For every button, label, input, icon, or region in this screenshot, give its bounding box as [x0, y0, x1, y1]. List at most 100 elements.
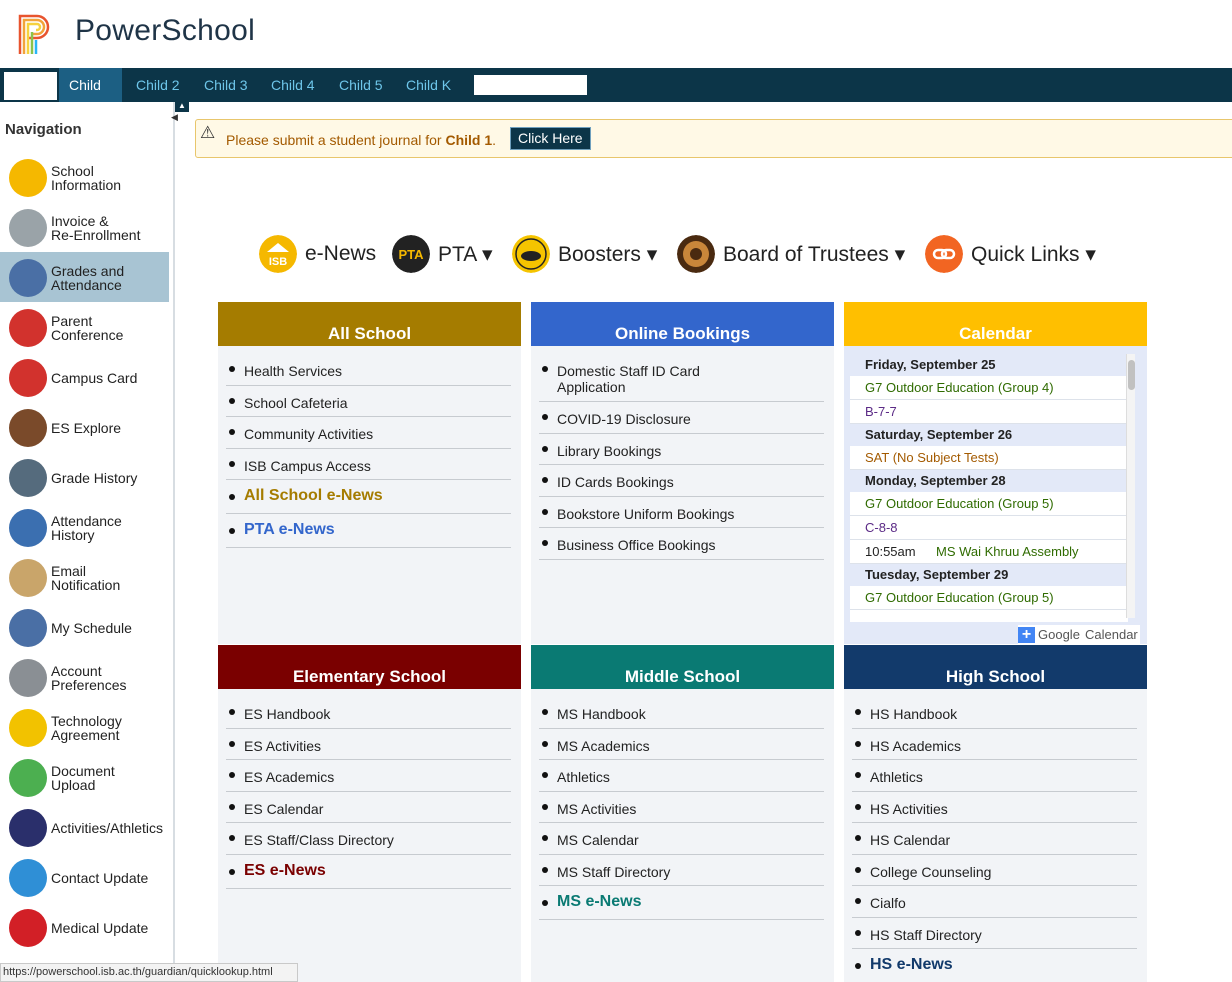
list-link[interactable]: HS Staff Directory	[870, 927, 982, 943]
bullet-icon	[229, 494, 235, 500]
list-link[interactable]: HS Activities	[870, 801, 948, 817]
sidebar-item[interactable]: Contact Update	[0, 852, 169, 902]
high-school-panel: High School HS Handbook HS Academics Athle…	[844, 645, 1147, 982]
calendar-event[interactable]: 10:55am MS Wai Khruu Assembly	[850, 540, 1128, 564]
list-item: HS Calendar	[852, 823, 1137, 855]
elementary-school-panel: Elementary School ES Handbook ES Activiti…	[218, 645, 521, 982]
calendar-event[interactable]: G7 Outdoor Education (Group 5)	[850, 492, 1128, 516]
list-link[interactable]: ES Staff/Class Directory	[244, 832, 394, 848]
middle-school-panel: Middle School MS Handbook MS Academics Ath…	[531, 645, 834, 982]
browser-status-bar: https://powerschool.isb.ac.th/guardian/q…	[0, 963, 298, 982]
news-link[interactable]: All School e-News	[244, 487, 383, 505]
news-link[interactable]: MS e-News	[557, 893, 641, 911]
tab-child-5[interactable]: Child 5	[329, 68, 393, 102]
tab-child-2[interactable]: Child 2	[126, 68, 190, 102]
list-link[interactable]: Community Activities	[244, 426, 373, 442]
calendar-scrollbar[interactable]	[1126, 354, 1135, 618]
sidebar-item[interactable]: Medical Update	[0, 902, 169, 952]
list-link[interactable]: HS Academics	[870, 738, 961, 754]
bullet-icon	[542, 803, 548, 810]
bullet-icon	[229, 397, 235, 404]
add-to-calendar-icon[interactable]: +	[1018, 627, 1035, 643]
list-item: ES Calendar	[226, 792, 511, 823]
sidebar-item[interactable]: Campus Card	[0, 352, 169, 402]
calendar-event[interactable]: C-8-8	[850, 516, 1128, 540]
list-link[interactable]: Bookstore Uniform Bookings	[557, 506, 734, 522]
list-link[interactable]: MS Staff Directory	[557, 864, 670, 880]
tab-child-1[interactable]: Child 1	[59, 68, 122, 127]
calendar-event[interactable]: SAT (No Subject Tests)	[850, 446, 1128, 470]
click-here-button[interactable]: Click Here	[510, 127, 591, 150]
bullet-icon	[229, 772, 235, 778]
list-link[interactable]: HS Handbook	[870, 706, 957, 722]
list-link[interactable]: COVID-19 Disclosure	[557, 411, 691, 427]
list-link[interactable]: ES Handbook	[244, 706, 330, 722]
scroll-up-icon[interactable]: ▲	[175, 100, 189, 112]
sidebar-item[interactable]: School Information	[0, 152, 169, 202]
sidebar-item-label: Attendance History	[51, 513, 122, 543]
news-link[interactable]: PTA e-News	[244, 521, 335, 539]
list-link[interactable]: Domestic Staff ID Card Application	[557, 363, 757, 395]
list-link[interactable]: Athletics	[557, 769, 610, 785]
tab-child-4[interactable]: Child 4	[261, 68, 325, 102]
bullet-icon	[229, 803, 235, 810]
calendar-event[interactable]: B-7-7	[850, 400, 1128, 424]
list-link[interactable]: ES Activities	[244, 738, 321, 754]
list-link[interactable]: ES Academics	[244, 769, 334, 785]
google-calendar-link[interactable]: + Google Calendar	[1018, 625, 1140, 645]
bullet-icon	[229, 460, 235, 467]
news-item: MS e-News	[539, 886, 824, 920]
list-link[interactable]: ID Cards Bookings	[557, 474, 674, 490]
sidebar-item-label: School Information	[51, 163, 122, 193]
sidebar-item-label: Document Upload	[51, 763, 115, 793]
list-link[interactable]: ES Calendar	[244, 801, 323, 817]
sidebar-item-label: Email Notification	[51, 563, 121, 593]
sidebar-item[interactable]: Email Notification	[0, 552, 169, 602]
alert-message: Please submit a student journal for Chil…	[226, 132, 497, 148]
list-link[interactable]: ISB Campus Access	[244, 458, 371, 474]
bullet-icon	[855, 709, 861, 715]
calendar-event[interactable]: G7 Outdoor Education (Group 5)	[850, 586, 1128, 610]
sidebar-item[interactable]: Invoice & Re-Enrollment	[0, 202, 169, 252]
list-link[interactable]: Health Services	[244, 363, 342, 379]
list-link[interactable]: Library Bookings	[557, 443, 661, 459]
sidebar-item[interactable]: Attendance History	[0, 502, 169, 552]
bullet-icon	[229, 835, 235, 841]
event-title: MS Wai Khruu Assembly	[936, 544, 1079, 559]
event-title: G7 Outdoor Education (Group 5)	[865, 496, 1054, 511]
list-link[interactable]: Business Office Bookings	[557, 537, 716, 553]
collapse-sidebar-icon[interactable]: ◀	[171, 112, 183, 126]
list-link[interactable]: College Counseling	[870, 864, 991, 880]
sidebar-item[interactable]: ES Explore	[0, 402, 169, 452]
sidebar-item[interactable]: My Schedule	[0, 602, 169, 652]
calendar-day-header: Tuesday, September 29	[850, 564, 1128, 586]
tab-child-3[interactable]: Child 3	[194, 68, 258, 102]
parent-conference-icon	[9, 309, 47, 347]
list-link[interactable]: MS Academics	[557, 738, 650, 754]
list-link[interactable]: School Cafeteria	[244, 395, 348, 411]
bullet-icon	[855, 866, 861, 873]
sidebar-item[interactable]: Parent Conference	[0, 302, 169, 352]
news-link[interactable]: HS e-News	[870, 956, 953, 974]
google-calendar-agenda[interactable]: Friday, September 25 G7 Outdoor Education…	[850, 354, 1128, 622]
list-link[interactable]: MS Activities	[557, 801, 636, 817]
google-wordmark: Google	[1038, 627, 1080, 642]
list-link[interactable]: MS Calendar	[557, 832, 639, 848]
sidebar-item[interactable]: Activities/Athletics	[0, 802, 169, 852]
list-link[interactable]: Cialfo	[870, 895, 906, 911]
sidebar-item[interactable]: Technology Agreement	[0, 702, 169, 752]
list-link[interactable]: MS Handbook	[557, 706, 646, 722]
sidebar-item[interactable]: Grades and Attendance	[0, 252, 169, 302]
list-item: Domestic Staff ID Card Application	[539, 354, 824, 402]
sidebar-item[interactable]: Document Upload	[0, 752, 169, 802]
list-link[interactable]: HS Calendar	[870, 832, 950, 848]
list-link[interactable]: Athletics	[870, 769, 923, 785]
sidebar-item[interactable]: Account Preferences	[0, 652, 169, 702]
bullet-icon	[229, 366, 235, 372]
scroll-thumb[interactable]	[1128, 360, 1135, 390]
powerschool-logo-icon[interactable]	[17, 12, 55, 56]
calendar-event[interactable]: G7 Outdoor Education (Group 4)	[850, 376, 1128, 400]
tab-child-k[interactable]: Child K	[396, 68, 461, 102]
sidebar-item[interactable]: Grade History	[0, 452, 169, 502]
news-link[interactable]: ES e-News	[244, 862, 326, 880]
